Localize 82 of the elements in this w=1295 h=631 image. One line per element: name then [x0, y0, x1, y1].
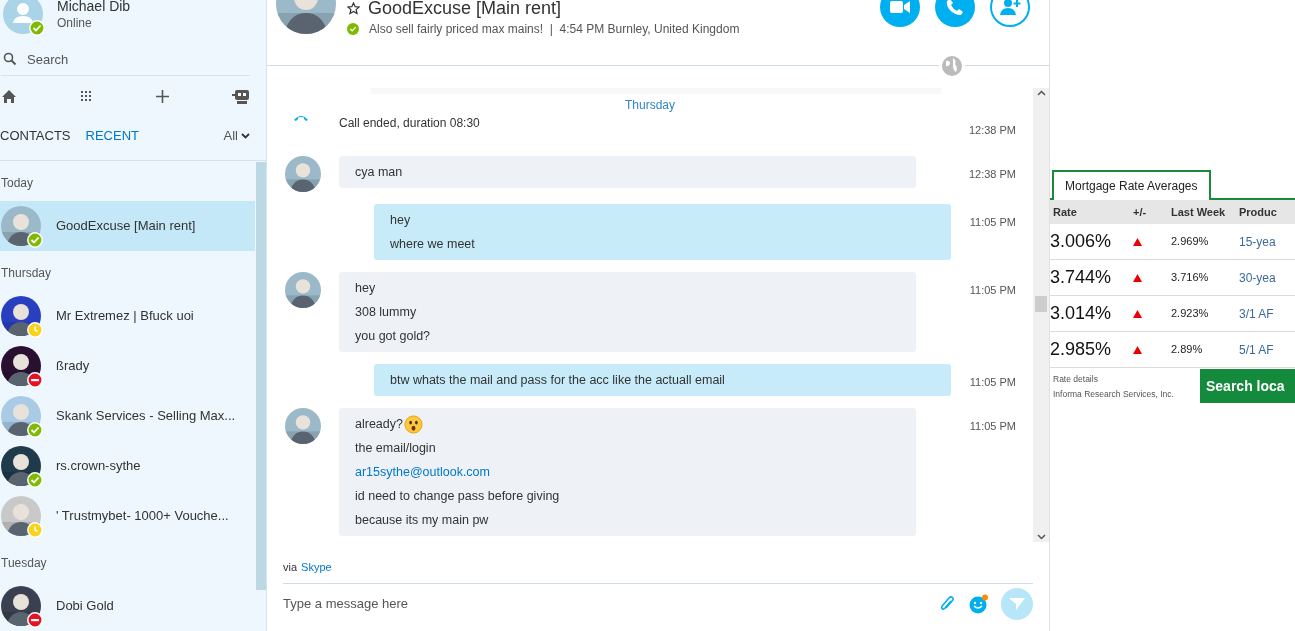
column-header: Produc — [1238, 204, 1278, 220]
phone-icon — [293, 114, 309, 122]
message-time: 11:05 PM — [969, 215, 1016, 230]
message-text: 308 lummy — [355, 304, 418, 321]
search-field[interactable]: Search — [27, 49, 207, 70]
scrollbar[interactable] — [1033, 88, 1049, 542]
last-week-value: 2.969% — [1170, 234, 1210, 250]
mood-message: Also sell fairly priced max mains! | 4:54 PM Burnley, United Kingdom — [369, 21, 740, 38]
day-label: Thursday — [625, 97, 675, 114]
video-camera-icon — [890, 0, 910, 14]
group-label: Thursday — [0, 265, 53, 282]
message-text: btw whats the mail and pass for the acc like the actuall email — [390, 372, 726, 389]
message-time: 11:05 PM — [969, 283, 1016, 298]
group-label: Tuesday — [0, 555, 48, 572]
profile-name: Michael Dib — [57, 0, 131, 15]
bot-icon[interactable] — [232, 88, 250, 104]
message-time: 12:38 PM — [968, 123, 1016, 138]
plus-icon[interactable] — [155, 89, 169, 103]
source-credit: Informa Research Services, Inc. — [1053, 388, 1175, 401]
contact-name: GoodExcuse [Main rent] — [368, 0, 562, 18]
home-icon[interactable] — [1, 88, 17, 104]
group-label: Today — [0, 175, 35, 192]
message-time: 11:05 PM — [969, 419, 1016, 434]
search-icon — [3, 52, 17, 67]
add-person-icon — [999, 0, 1021, 16]
search-button[interactable]: Search loca — [1200, 369, 1295, 403]
last-week-value: 2.89% — [1170, 342, 1204, 358]
profile-status: Online — [57, 15, 93, 31]
column-header: Rate — [1052, 204, 1078, 220]
send-button[interactable] — [1001, 587, 1033, 620]
message-time: 11:05 PM — [969, 375, 1016, 390]
paperclip-icon[interactable] — [939, 594, 955, 613]
email-link[interactable]: ar15sythe@outlook.com — [355, 460, 916, 484]
star-icon[interactable] — [347, 1, 360, 15]
message-time: 12:38 PM — [968, 167, 1016, 182]
message-text: you got gold? — [355, 328, 432, 345]
scroll-up-icon[interactable] — [1036, 90, 1046, 96]
message-text: because its my main pw — [355, 512, 490, 529]
rate-value: 2.985% — [1050, 338, 1113, 361]
last-week-value: 2.923% — [1170, 306, 1210, 322]
message-text: hey — [355, 280, 377, 297]
product-link[interactable]: 15-yea — [1236, 232, 1295, 251]
rate-value: 3.014% — [1050, 302, 1113, 325]
column-header: +/- — [1132, 204, 1148, 220]
filter-dropdown[interactable]: All — [223, 126, 250, 146]
caret-icon — [241, 133, 250, 140]
tab[interactable]: RECENT — [85, 126, 139, 146]
dialpad-icon[interactable] — [80, 90, 93, 103]
ad-tab[interactable]: Mortgage Rate Averages — [1052, 170, 1211, 200]
contact-item[interactable]: Skank Services - Selling Max... — [0, 391, 255, 441]
message-text: where we meet — [390, 236, 476, 253]
scroll-down-icon[interactable] — [1036, 534, 1046, 540]
send-arrow-icon — [1009, 596, 1025, 611]
skype-link[interactable]: Skype — [301, 558, 332, 576]
surprised-emoji-icon — [403, 414, 423, 434]
product-link[interactable]: 30-yea — [1236, 268, 1295, 287]
emoji-icon[interactable] — [969, 593, 989, 614]
contact-item[interactable]: GoodExcuse [Main rent] — [0, 201, 255, 251]
contact-item[interactable]: rs.crown-sythe — [0, 441, 255, 491]
phone-icon — [946, 0, 964, 16]
scrollbar[interactable] — [256, 162, 266, 590]
tab[interactable]: CONTACTS — [0, 126, 71, 146]
message-text: cya man — [355, 164, 404, 181]
message-text: id need to change pass before giving — [355, 488, 561, 505]
product-link[interactable]: 3/1 AF — [1236, 304, 1295, 323]
rate-value: 3.744% — [1050, 266, 1113, 289]
message-text: hey — [390, 212, 412, 229]
rate-value: 3.006% — [1050, 230, 1113, 253]
contact-item[interactable]: ßrady — [0, 341, 255, 391]
contact-item[interactable]: Mr Extremez | Bfuck uoi — [0, 291, 255, 341]
column-header: Last Week — [1170, 204, 1227, 220]
contact-item[interactable]: ' Trustmybet- 1000+ Vouche... — [0, 491, 255, 541]
scroll-thumb[interactable] — [1035, 296, 1047, 312]
via-label: via — [283, 559, 298, 575]
message-text: the email/login — [355, 440, 437, 457]
contact-item[interactable]: Dobi Gold — [0, 581, 255, 631]
message-text: already? — [355, 416, 403, 433]
product-link[interactable]: 5/1 AF — [1236, 340, 1295, 359]
call-event: Call ended, duration 08:30 — [339, 115, 480, 132]
last-week-value: 3.716% — [1170, 270, 1210, 286]
rate-details-link[interactable]: Rate details — [1053, 372, 1200, 387]
message-input[interactable]: Type a message here — [283, 593, 939, 614]
